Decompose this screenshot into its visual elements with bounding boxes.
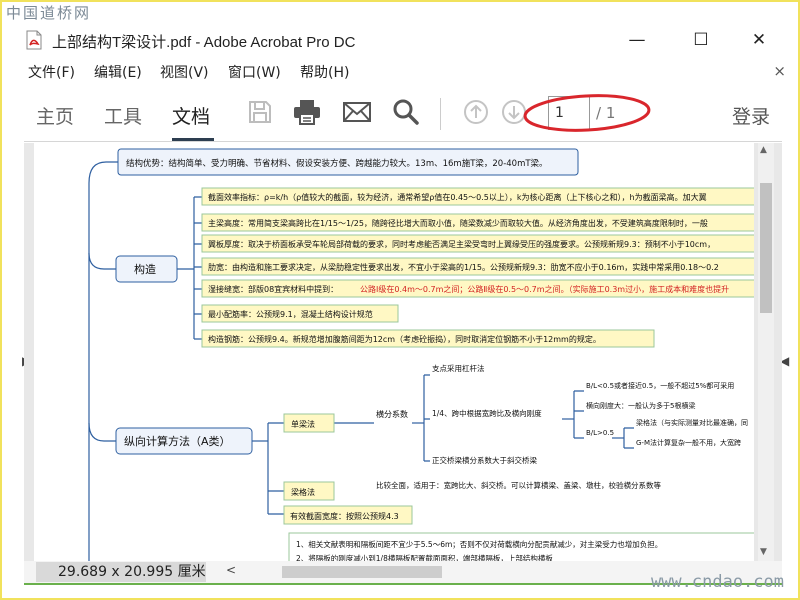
construct-item-6-text: 最小配筋率：公预规9.1，混凝土结构设计规范 [208,309,373,319]
vertical-scroll-thumb[interactable] [760,183,772,313]
scroll-up-icon[interactable]: ▲ [760,145,767,155]
node-lateral-coef: 横分系数 [376,409,408,419]
menu-file[interactable]: 文件(F) [28,62,75,82]
menu-bar: 文件(F) 编辑(E) 视图(V) 窗口(W) 帮助(H) × [2,60,798,84]
construct-items: 截面效率指标：ρ=k/h（ρ值较大的截面，较为经济，通常希望ρ值在0.45～0.… [201,187,754,348]
scroll-left-icon[interactable]: < [226,563,236,577]
acrobat-window: 中国道桥网 上部结构T梁设计.pdf - Adobe Acrobat Pro D… [0,0,800,600]
node-effective-width-text: 有效截面宽度：按照公预规4.3 [290,511,399,521]
node-construct-text: 构造 [134,262,156,276]
tab-document[interactable]: 文档 [172,102,210,129]
minimize-button[interactable]: — [622,28,652,52]
node-gm-method: G-M法计算复杂一般不用，大宽跨 [636,438,741,447]
node-branch-lever: 支点采用杠杆法 [432,363,485,373]
mindmap-root-text: 结构优势：结构简单、受力明确、节省材料、假设安装方便、跨越能力较大。13m、16… [126,158,548,169]
toolbar: 主页 工具 文档 1 / 1 登录 [24,86,782,142]
construct-item-1-text: 截面效率指标：ρ=k/h（ρ值较大的截面，较为经济，通常希望ρ值在0.45～0.… [208,192,707,202]
node-lateral-stiff: 横向刚度大：一般认为多于5根横梁 [586,401,695,410]
close-window-button[interactable]: ✕ [744,28,774,52]
note-line-1: 1、相关文献表明和隔板间距不宜少于5.5～6m；否则不仅对荷载横向分配贡献减少，… [296,539,662,549]
search-icon[interactable] [392,98,420,126]
construct-item-7-text: 构造钢筋：公预规9.4。新规范增加腹筋间距为12cm（考虑砼振捣），同时取消定位… [208,334,601,344]
horizontal-scroll-thumb[interactable] [282,566,442,578]
red-highlight-annotation [520,91,654,135]
active-tab-indicator [172,138,214,141]
previous-page-icon[interactable] [462,98,490,126]
watermark-url-text: www.cndao.com [650,572,784,592]
title-bar: 上部结构T梁设计.pdf - Adobe Acrobat Pro DC — ☐ … [2,24,798,58]
construct-item-4-text: 肋宽：由构造和施工要求决定，从梁肋稳定性要求出发，不宜小于梁高的1/15。公预规… [208,262,719,272]
tab-tools[interactable]: 工具 [104,102,142,129]
construct-item-2-text: 主梁高度：常用简支梁高跨比在1/15～1/25，随跨径比增大而取小值，随梁数减少… [208,218,708,228]
save-icon[interactable] [246,98,274,126]
node-grid-desc: 比较全面，适用于：宽跨比大、斜交桥。可以计算横梁、盖梁、墩柱，校验横分系数等 [376,480,661,490]
node-longitudinal-text: 纵向计算方法（A类） [124,434,231,448]
node-grid-method-text: 梁格法 [291,487,315,497]
document-viewport[interactable]: 结构优势：结构简单、受力明确、节省材料、假设安装方便、跨越能力较大。13m、16… [24,143,782,561]
page-size-readout: 29.689 x 20.995 厘米 [36,562,206,582]
node-branch-eccentric: 正交桥梁横分系数大于斜交桥梁 [432,455,537,465]
construct-item-5-text: 湿接缝宽：部版08宜宾材料中提到： [208,284,338,294]
pdf-file-icon [26,30,42,50]
menu-edit[interactable]: 编辑(E) [94,62,142,82]
login-button[interactable]: 登录 [732,102,770,129]
vertical-scrollbar[interactable]: ▲ ▼ [758,143,774,561]
node-bl-small: B/L<0.5或者接近0.5，一般不超过5%都可采用 [586,381,734,390]
mindmap: 结构优势：结构简单、受力明确、节省材料、假设安装方便、跨越能力较大。13m、16… [88,148,754,561]
menu-view[interactable]: 视图(V) [160,62,209,82]
close-document-button[interactable]: × [773,62,786,80]
maximize-button[interactable]: ☐ [686,28,716,52]
pdf-page: 结构优势：结构简单、受力明确、节省材料、假设安装方便、跨越能力较大。13m、16… [34,143,754,561]
email-icon[interactable] [342,98,371,126]
menu-window[interactable]: 窗口(W) [228,62,281,82]
toolbar-separator [440,98,441,130]
construct-item-3-text: 翼板厚度：取决于桥面板承受车轮局部荷载的要求，同时考虑能否满足主梁受弯时上翼缘受… [208,239,715,249]
construct-item-5-red-text: 公路Ⅰ级在0.4m～0.7m之间；公路Ⅱ级在0.5～0.7m之间。（实际施工0.… [360,284,729,294]
watermark-logo-text: 中国道桥网 [6,4,92,22]
node-grid-beam: 梁格法（与实际测量对比最准确，同 [636,418,748,427]
node-branch-quarter: 1/4、跨中根据宽跨比及横向刚度 [432,408,542,418]
print-icon[interactable] [292,98,320,126]
tab-home[interactable]: 主页 [36,102,74,129]
menu-help[interactable]: 帮助(H) [300,62,349,82]
scroll-down-icon[interactable]: ▼ [760,547,767,557]
node-single-beam-text: 单梁法 [291,419,315,429]
note-line-2: 2、将隔板的刚度减小到1/8横隔板配置截面面积，端部横隔板，上部结构横板 [296,553,553,561]
window-title: 上部结构T梁设计.pdf - Adobe Acrobat Pro DC [52,34,356,51]
node-bl-big: B/L>0.5 [586,429,614,437]
